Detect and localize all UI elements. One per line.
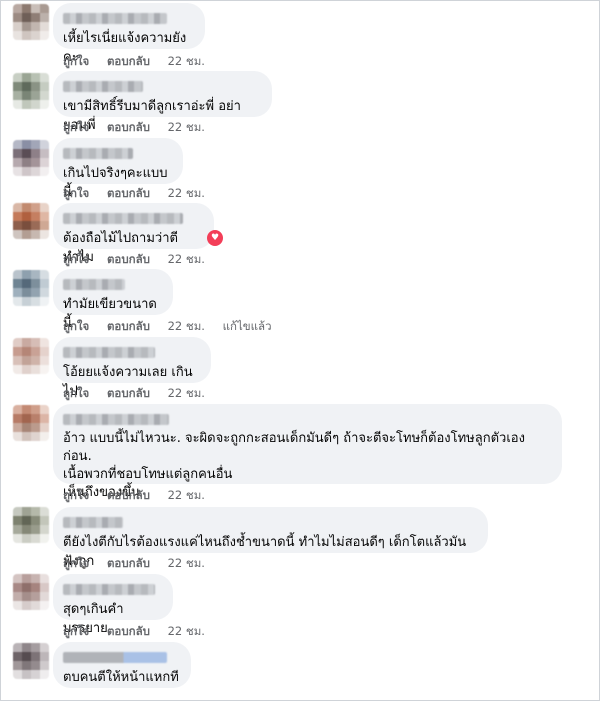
- heart-reaction-icon[interactable]: ♥: [207, 230, 223, 246]
- comment-bubble: ทำมัยเขียวขนาดนี้: [53, 269, 173, 331]
- timestamp[interactable]: 22 ชม.: [168, 624, 205, 638]
- avatar[interactable]: [13, 338, 49, 374]
- comment-bubble: เกินไปจริงๆคะแบบนี้: [53, 138, 183, 200]
- commenter-name[interactable]: [63, 517, 123, 528]
- avatar[interactable]: [13, 270, 49, 306]
- commenter-name[interactable]: [63, 213, 183, 224]
- comment-actions: ถูกใจ ตอบกลับ 22 ชม.: [63, 251, 219, 267]
- commenter-name[interactable]: [63, 13, 167, 24]
- like-button[interactable]: ถูกใจ: [63, 120, 89, 134]
- comment-bubble: โอ้ยยแจ้งความเลย เกินไป: [53, 337, 211, 399]
- timestamp[interactable]: 22 ชม.: [168, 120, 205, 134]
- avatar[interactable]: [13, 4, 49, 40]
- reply-button[interactable]: ตอบกลับ: [107, 120, 150, 134]
- like-button[interactable]: ถูกใจ: [63, 186, 89, 200]
- comment-actions: ถูกใจ ตอบกลับ 22 ชม.: [63, 385, 219, 401]
- comment-actions: ถูกใจ ตอบกลับ 22 ชม.: [63, 119, 219, 135]
- reply-button[interactable]: ตอบกลับ: [107, 624, 150, 638]
- like-button[interactable]: ถูกใจ: [63, 488, 89, 502]
- avatar[interactable]: [13, 405, 49, 441]
- comment-actions: ถูกใจ ตอบกลับ 22 ชม.: [63, 53, 219, 69]
- timestamp[interactable]: 22 ชม.: [168, 186, 205, 200]
- reply-button[interactable]: ตอบกลับ: [107, 186, 150, 200]
- reply-button[interactable]: ตอบกลับ: [107, 252, 150, 266]
- timestamp[interactable]: 22 ชม.: [168, 386, 205, 400]
- like-button[interactable]: ถูกใจ: [63, 252, 89, 266]
- like-button[interactable]: ถูกใจ: [63, 386, 89, 400]
- avatar[interactable]: [13, 140, 49, 176]
- avatar[interactable]: [13, 574, 49, 610]
- reply-button[interactable]: ตอบกลับ: [107, 556, 150, 570]
- avatar[interactable]: [13, 73, 49, 109]
- avatar[interactable]: [13, 643, 49, 679]
- comment-bubble: สุดๆเกินคำบรรยาย: [53, 574, 173, 636]
- commenter-name[interactable]: [63, 81, 143, 92]
- timestamp[interactable]: 22 ชม.: [168, 54, 205, 68]
- like-button[interactable]: ถูกใจ: [63, 624, 89, 638]
- commenter-name[interactable]: [63, 652, 167, 663]
- comment-actions: ถูกใจ ตอบกลับ 22 ชม.: [63, 623, 219, 639]
- comment-bubble: อ้าว แบบนี้ไม่ไหวนะ. จะผิดจะถูกกะสอนเด็ก…: [53, 404, 562, 500]
- avatar[interactable]: [13, 507, 49, 543]
- comment-bubble: ตบคนตีให้หน้าแหกที: [53, 642, 191, 688]
- reply-button[interactable]: ตอบกลับ: [107, 319, 150, 333]
- timestamp[interactable]: 22 ชม.: [168, 319, 205, 333]
- timestamp[interactable]: 22 ชม.: [168, 488, 205, 502]
- comment-actions: ถูกใจ ตอบกลับ 22 ชม. แก้ไขแล้ว: [63, 318, 286, 334]
- commenter-name[interactable]: [63, 584, 155, 595]
- like-button[interactable]: ถูกใจ: [63, 556, 89, 570]
- comment-bubble: ต้องถือไม้ไปถามว่าตีทำไม: [53, 203, 214, 265]
- commenter-name[interactable]: [63, 414, 169, 425]
- reply-button[interactable]: ตอบกลับ: [107, 386, 150, 400]
- comment-text: ตบคนตีให้หน้าแหกที: [63, 670, 179, 685]
- avatar[interactable]: [13, 203, 49, 239]
- comment-bubble: เขามีสิทธิ์รีบมาดีลูกเราอ่ะพี่ อย่ายอมพี…: [53, 71, 272, 133]
- comments-panel: เหี้ยไรเนี่ยแจ้งความยังคะ ถูกใจ ตอบกลับ …: [0, 0, 600, 701]
- comment-bubble: ตียังไงตีกับไรต้องแรงแค่ไหนถึงช้ำขนาดนี้…: [53, 507, 488, 569]
- like-button[interactable]: ถูกใจ: [63, 54, 89, 68]
- edited-label: แก้ไขแล้ว: [222, 319, 272, 333]
- commenter-name[interactable]: [63, 279, 125, 290]
- comment-actions: ถูกใจ ตอบกลับ 22 ชม.: [63, 185, 219, 201]
- comment-bubble: เหี้ยไรเนี่ยแจ้งความยังคะ: [53, 3, 205, 65]
- timestamp[interactable]: 22 ชม.: [168, 556, 205, 570]
- comment-actions: ถูกใจ ตอบกลับ 22 ชม.: [63, 487, 219, 503]
- commenter-name[interactable]: [63, 347, 155, 358]
- commenter-name[interactable]: [63, 148, 133, 159]
- timestamp[interactable]: 22 ชม.: [168, 252, 205, 266]
- like-button[interactable]: ถูกใจ: [63, 319, 89, 333]
- reply-button[interactable]: ตอบกลับ: [107, 54, 150, 68]
- reply-button[interactable]: ตอบกลับ: [107, 488, 150, 502]
- comment-actions: ถูกใจ ตอบกลับ 22 ชม.: [63, 555, 219, 571]
